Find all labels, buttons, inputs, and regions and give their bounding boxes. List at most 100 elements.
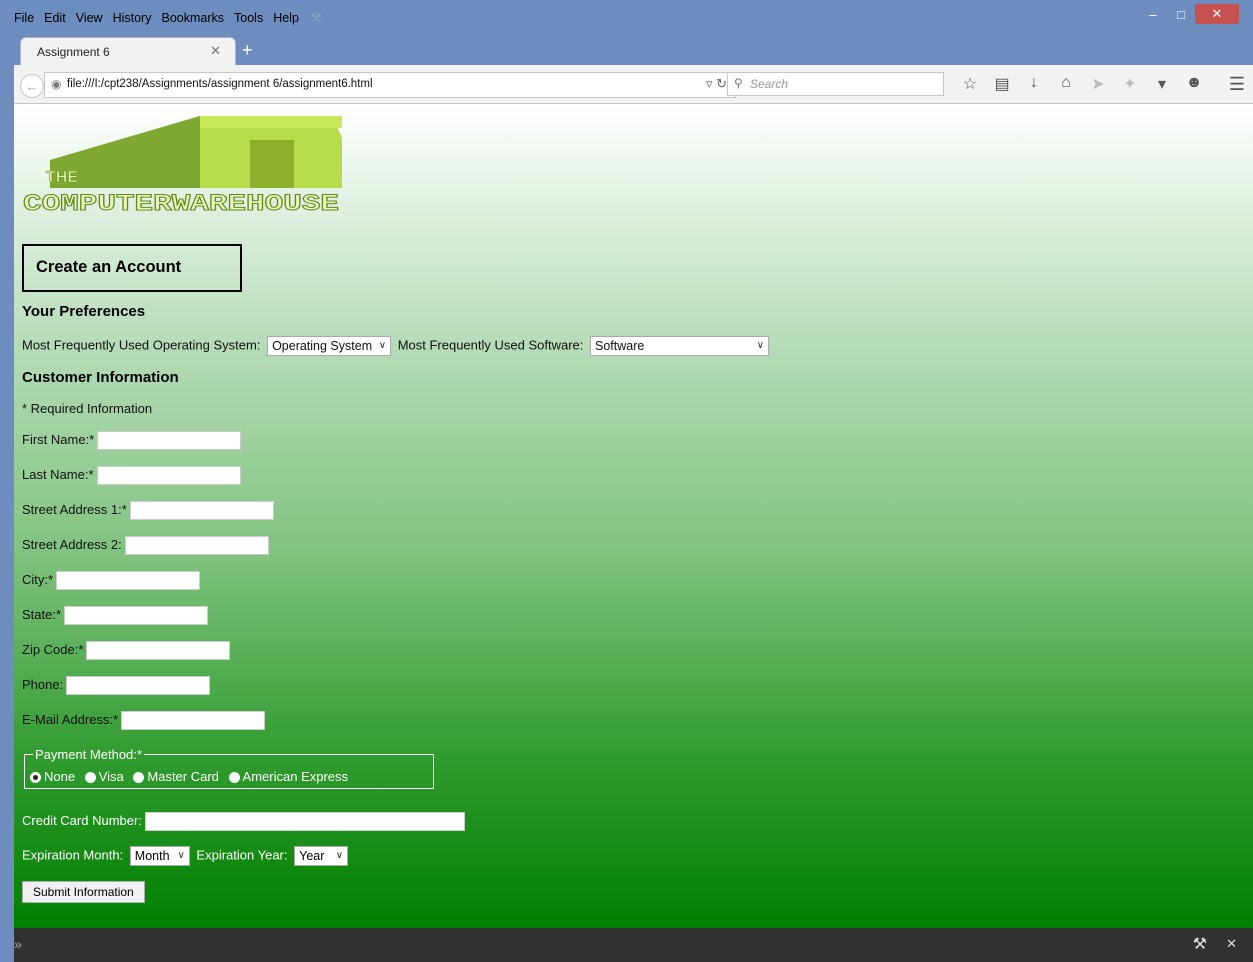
zip-label: Zip Code:* [22, 641, 84, 657]
send-icon[interactable]: ➤ [1082, 74, 1114, 94]
page-title: Create an Account [36, 258, 182, 276]
city-row: City:* [22, 571, 201, 590]
city-input[interactable] [56, 571, 201, 590]
submit-button[interactable]: Submit Information [22, 881, 145, 903]
url-bar[interactable]: ◉ file:///I:/cpt238/Assignments/assignme… [44, 72, 736, 98]
chevron-down-icon: ∨ [335, 850, 344, 861]
preferences-row: Most Frequently Used Operating System: O… [22, 336, 772, 356]
software-select[interactable]: Software ∨ [590, 336, 770, 356]
extension-icon[interactable]: ✦ [1114, 74, 1146, 94]
menu-bar: File Edit View History Bookmarks Tools H… [14, 11, 332, 29]
radio-american-express[interactable] [228, 772, 240, 784]
required-note: * Required Information [22, 401, 153, 416]
exp-month-label: Expiration Month: [22, 847, 124, 863]
chevron-down-icon: ∨ [378, 340, 387, 351]
address2-row: Street Address 2: [22, 536, 269, 555]
double-chevron-icon[interactable]: » [14, 936, 22, 952]
search-icon: ⚲ [734, 76, 743, 90]
developer-toolbar: » ⚒ ✕ [14, 928, 1253, 962]
chat-icon[interactable]: ☻ [1178, 74, 1210, 94]
search-input[interactable]: ⚲ Search [727, 72, 944, 96]
last-name-row: Last Name:* [22, 466, 241, 485]
menu-tools[interactable]: Tools [234, 11, 263, 29]
first-name-row: First Name:* [22, 431, 242, 450]
globe-icon: ◉ [51, 77, 62, 91]
exp-year-label: Expiration Year: [196, 847, 288, 863]
exp-year-select-value: Year [299, 849, 325, 863]
first-name-label: First Name:* [22, 431, 95, 447]
tab-title: Assignment 6 [37, 45, 110, 59]
menu-edit[interactable]: Edit [44, 11, 66, 29]
email-label: E-Mail Address:* [22, 711, 119, 727]
software-select-value: Software [595, 339, 645, 353]
address2-input[interactable] [124, 536, 269, 555]
customer-info-heading: Customer Information [22, 369, 179, 386]
radio-master-card-label: Master Card [147, 769, 219, 784]
os-select[interactable]: Operating System ∨ [267, 336, 392, 356]
radio-american-express-label: American Express [242, 769, 349, 784]
wrench-icon: ⚒ [310, 11, 322, 25]
phone-input[interactable] [66, 676, 211, 695]
state-input[interactable] [64, 606, 209, 625]
reading-list-icon[interactable]: ▤ [986, 74, 1018, 94]
email-input[interactable] [121, 711, 266, 730]
os-select-value: Operating System [272, 339, 373, 353]
computer-warehouse-logo: THE COMPUTERWAREHOUSE [23, 116, 342, 216]
payment-options: None Visa Master Card American Express [30, 769, 348, 784]
credit-card-label: Credit Card Number: [22, 812, 142, 828]
menu-bookmarks[interactable]: Bookmarks [161, 11, 224, 29]
hamburger-menu-icon[interactable]: ☰ [1229, 74, 1245, 95]
last-name-label: Last Name:* [22, 466, 94, 482]
page-content: THE COMPUTERWAREHOUSE Create an Account … [14, 104, 1253, 928]
menu-history[interactable]: History [113, 11, 152, 29]
bookmark-star-icon[interactable]: ☆ [954, 74, 986, 94]
minimize-button[interactable]: – [1139, 4, 1167, 24]
preferences-heading: Your Preferences [22, 303, 146, 320]
phone-row: Phone: [22, 676, 211, 695]
reload-icon[interactable]: ▿ ↻ [706, 76, 727, 92]
dropdown-icon[interactable]: ▾ [1146, 74, 1178, 94]
tab-assignment-6[interactable]: Assignment 6 ✕ [20, 37, 236, 66]
new-tab-icon[interactable]: + [242, 40, 253, 61]
exp-month-select[interactable]: Month ∨ [129, 846, 190, 866]
navigation-toolbar: ← ◉ file:///I:/cpt238/Assignments/assign… [14, 65, 1253, 104]
radio-none[interactable] [30, 772, 41, 784]
back-arrow-icon[interactable]: ← [20, 74, 44, 98]
state-label: State:* [22, 606, 62, 622]
close-icon[interactable]: ✕ [1226, 936, 1237, 952]
exp-month-select-value: Month [134, 849, 170, 863]
credit-card-row: Credit Card Number: [22, 812, 465, 831]
payment-legend: Payment Method:* [35, 747, 142, 762]
download-icon[interactable]: ↓ [1018, 74, 1050, 94]
city-label: City:* [22, 571, 54, 587]
logo-wordmark: COMPUTERWAREHOUSE [23, 191, 339, 216]
zip-row: Zip Code:* [22, 641, 231, 660]
maximize-button[interactable]: □ [1167, 4, 1195, 24]
address1-row: Street Address 1:* [22, 501, 274, 520]
address2-label: Street Address 2: [22, 536, 122, 552]
menu-view[interactable]: View [76, 11, 103, 29]
software-label: Most Frequently Used Software: [397, 337, 584, 353]
os-label: Most Frequently Used Operating System: [22, 337, 261, 353]
radio-visa[interactable] [84, 772, 96, 784]
wrench-icon[interactable]: ⚒ [1193, 934, 1207, 954]
close-tab-icon[interactable]: ✕ [210, 43, 221, 59]
chevron-down-icon: ∨ [756, 340, 765, 351]
radio-master-card[interactable] [133, 772, 145, 784]
radio-visa-label: Visa [98, 769, 124, 784]
first-name-input[interactable] [97, 431, 242, 450]
create-account-box: Create an Account [22, 244, 242, 292]
search-placeholder: Search [750, 77, 789, 91]
credit-card-input[interactable] [144, 812, 465, 831]
address1-input[interactable] [129, 501, 274, 520]
exp-year-select[interactable]: Year ∨ [294, 846, 349, 866]
close-window-button[interactable]: ✕ [1195, 4, 1239, 24]
zip-input[interactable] [86, 641, 231, 660]
phone-label: Phone: [22, 676, 64, 692]
address1-label: Street Address 1:* [22, 501, 127, 517]
menu-file[interactable]: File [14, 11, 34, 29]
menu-help[interactable]: Help [273, 11, 299, 29]
home-icon[interactable]: ⌂ [1050, 74, 1082, 94]
last-name-input[interactable] [96, 466, 241, 485]
browser-window: File Edit View History Bookmarks Tools H… [0, 0, 1253, 962]
